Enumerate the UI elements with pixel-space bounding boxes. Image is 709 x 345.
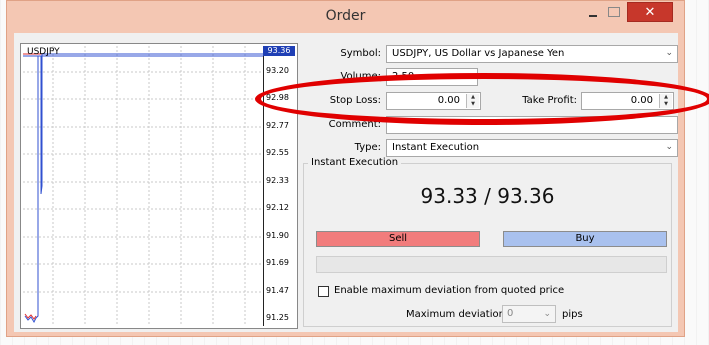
title-bar[interactable]: Order ✕ xyxy=(7,1,684,32)
buy-button[interactable]: Buy xyxy=(503,231,667,247)
chart-symbol-label: USDJPY xyxy=(27,47,60,57)
sell-button[interactable]: Sell xyxy=(316,231,480,247)
symbol-label: Symbol: xyxy=(340,48,381,59)
y-tick-label: 93.20 xyxy=(266,66,289,75)
take-profit-label: Take Profit: xyxy=(522,95,577,106)
symbol-select[interactable]: USDJPY, US Dollar vs Japanese Yen ⌄ xyxy=(386,45,678,63)
chevron-down-icon: ⌄ xyxy=(665,48,673,58)
quote-price: 93.33 / 93.36 xyxy=(420,184,555,208)
stop-loss-value: 0.00 xyxy=(437,95,460,106)
order-dialog-body: USDJPY 93.36 93.20 92.98 92.77 92.55 92.… xyxy=(14,33,678,332)
comment-field[interactable] xyxy=(386,116,678,134)
take-profit-spinner[interactable]: ▲ ▼ xyxy=(659,94,672,108)
y-tick-label: 92.98 xyxy=(266,93,289,102)
chart-svg xyxy=(23,46,263,326)
deviation-checkbox[interactable] xyxy=(318,286,329,297)
y-tick-label: 92.55 xyxy=(266,148,289,157)
max-deviation-label: Maximum deviation: xyxy=(406,309,509,320)
max-deviation-select: 0 ⌄ xyxy=(502,305,556,323)
stop-loss-label: Stop Loss: xyxy=(329,95,381,106)
volume-field[interactable]: 2.50 xyxy=(386,68,478,86)
y-tick-label: 91.47 xyxy=(266,286,289,295)
y-tick-label: 91.69 xyxy=(266,258,289,267)
y-tick-label: 92.33 xyxy=(266,176,289,185)
window-title: Order xyxy=(325,8,366,24)
stop-loss-field[interactable]: 0.00 ▲ ▼ xyxy=(386,92,481,110)
chevron-down-icon: ⌄ xyxy=(665,142,673,152)
group-title: Instant Execution xyxy=(308,157,402,168)
symbol-select-value: USDJPY, US Dollar vs Japanese Yen xyxy=(392,48,565,59)
volume-label: Volume: xyxy=(340,71,381,82)
chart-plot-area: USDJPY xyxy=(23,46,264,326)
y-tick-label: 92.77 xyxy=(266,121,289,130)
maximize-button[interactable] xyxy=(605,5,623,19)
y-tick-label: 91.90 xyxy=(266,231,289,240)
current-price-tag: 93.36 xyxy=(263,46,295,56)
price-chart: USDJPY 93.36 93.20 92.98 92.77 92.55 92.… xyxy=(20,43,298,329)
type-label: Type: xyxy=(354,142,381,153)
comment-label: Comment: xyxy=(328,119,381,130)
close-button[interactable]: ✕ xyxy=(627,2,673,22)
stop-loss-spinner[interactable]: ▲ ▼ xyxy=(466,94,479,108)
take-profit-field[interactable]: 0.00 ▲ ▼ xyxy=(581,92,674,110)
max-deviation-value: 0 xyxy=(507,308,514,319)
deviation-checkbox-label: Enable maximum deviation from quoted pri… xyxy=(334,285,565,296)
minimize-button[interactable] xyxy=(587,9,601,21)
price-series-line xyxy=(24,53,263,324)
pips-label: pips xyxy=(562,309,583,320)
order-window: Order ✕ USDJPY 93.36 93.20 92.98 92.77 9… xyxy=(6,0,685,337)
type-select-value: Instant Execution xyxy=(392,142,480,153)
take-profit-value: 0.00 xyxy=(630,95,653,106)
y-tick-label: 91.25 xyxy=(266,313,289,322)
instant-execution-group: Instant Execution 93.33 / 93.36 Sell Buy… xyxy=(303,157,672,327)
y-tick-label: 92.12 xyxy=(266,203,289,212)
chevron-down-icon: ⌄ xyxy=(543,309,551,319)
type-select[interactable]: Instant Execution ⌄ xyxy=(386,139,678,157)
status-bar xyxy=(316,256,667,273)
